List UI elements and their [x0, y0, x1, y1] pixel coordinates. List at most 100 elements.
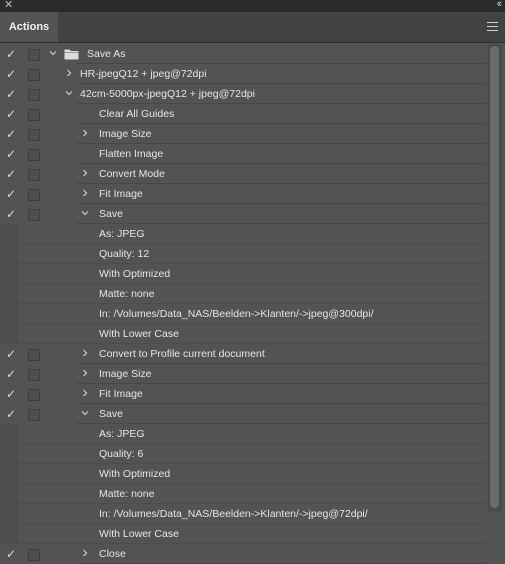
action-step-row[interactable]: ✓ Convert to Profile current document — [0, 344, 505, 364]
action-step-row[interactable]: ✓ Flatten Image — [0, 144, 505, 164]
step-parameter-row: In: /Volumes/Data_NAS/Beelden->Klanten/-… — [0, 304, 505, 324]
step-parameter-text: Quality: 12 — [99, 248, 150, 260]
action-row[interactable]: ✓ 42cm-5000px-jpegQ12 + jpeg@72dpi — [0, 84, 505, 104]
checkmark-icon[interactable]: ✓ — [6, 367, 20, 381]
chevron-right-icon[interactable] — [80, 548, 90, 558]
dialog-toggle-box[interactable] — [28, 49, 40, 61]
checkmark-icon[interactable]: ✓ — [6, 87, 20, 101]
checkmark-icon[interactable]: ✓ — [6, 67, 20, 81]
chevron-down-icon[interactable] — [80, 408, 90, 418]
dialog-toggle-box[interactable] — [28, 189, 40, 201]
action-step-row[interactable]: ✓ Fit Image — [0, 384, 505, 404]
step-parameter-row: Matte: none — [0, 484, 505, 504]
step-parameter-text: In: /Volumes/Data_NAS/Beelden->Klanten/-… — [99, 508, 368, 520]
step-parameter-row: Quality: 12 — [0, 244, 505, 264]
dialog-toggle-box[interactable] — [28, 549, 40, 561]
step-parameter-row: Quality: 6 — [0, 444, 505, 464]
step-parameter-row: With Optimized — [0, 464, 505, 484]
step-parameter-text: With Lower Case — [99, 528, 179, 540]
step-parameter-text: As: JPEG — [99, 428, 145, 440]
dialog-toggle-box[interactable] — [28, 369, 40, 381]
action-step-row[interactable]: ✓ Clear All Guides — [0, 104, 505, 124]
action-step-label: Image Size — [99, 128, 152, 140]
checkmark-icon[interactable]: ✓ — [6, 547, 20, 561]
step-parameter-row: With Lower Case — [0, 324, 505, 344]
dialog-toggle-box[interactable] — [28, 69, 40, 81]
action-step-label: Flatten Image — [99, 148, 164, 160]
action-name: HR-jpegQ12 + jpeg@72dpi — [80, 68, 207, 80]
hamburger-menu-icon[interactable] — [487, 22, 498, 31]
action-step-row[interactable]: ✓ Save — [0, 404, 505, 424]
dialog-toggle-box[interactable] — [28, 129, 40, 141]
dialog-toggle-box[interactable] — [28, 409, 40, 421]
checkmark-icon[interactable]: ✓ — [6, 207, 20, 221]
action-step-label: Convert Mode — [99, 168, 165, 180]
action-step-label: Convert to Profile current document — [99, 348, 265, 360]
dialog-toggle-box[interactable] — [28, 169, 40, 181]
dialog-toggle-box[interactable] — [28, 149, 40, 161]
checkmark-icon[interactable]: ✓ — [6, 407, 20, 421]
action-step-label: Clear All Guides — [99, 108, 175, 120]
step-parameter-text: With Optimized — [99, 268, 171, 280]
dialog-toggle-box[interactable] — [28, 209, 40, 221]
step-parameter-text: As: JPEG — [99, 228, 145, 240]
action-step-label: Save — [99, 208, 123, 220]
panel-tabbar: Actions — [0, 12, 505, 43]
close-icon[interactable]: ✕ — [4, 0, 13, 12]
action-step-row[interactable]: ✓ Convert Mode — [0, 164, 505, 184]
chevron-right-icon[interactable] — [80, 348, 90, 358]
step-parameter-row: In: /Volumes/Data_NAS/Beelden->Klanten/-… — [0, 504, 505, 524]
chevron-right-icon[interactable] — [80, 368, 90, 378]
tab-actions[interactable]: Actions — [0, 12, 58, 42]
step-parameter-text: Quality: 6 — [99, 448, 144, 460]
step-parameter-text: With Lower Case — [99, 328, 179, 340]
action-step-label: Fit Image — [99, 188, 143, 200]
checkmark-icon[interactable]: ✓ — [6, 147, 20, 161]
chevron-right-icon[interactable] — [80, 168, 90, 178]
step-parameter-row: As: JPEG — [0, 224, 505, 244]
action-row[interactable]: ✓ HR-jpegQ12 + jpeg@72dpi — [0, 64, 505, 84]
chevron-down-icon[interactable] — [64, 88, 74, 98]
actions-list: ✓ Save As ✓ HR-jpegQ12 + jpeg@72dpi ✓ 42cm-50… — [0, 44, 505, 564]
scrollbar-thumb[interactable] — [490, 46, 499, 508]
chevron-right-icon[interactable] — [80, 188, 90, 198]
checkmark-icon[interactable]: ✓ — [6, 107, 20, 121]
step-parameter-row: With Lower Case — [0, 524, 505, 544]
action-step-label: Close — [99, 548, 126, 560]
step-parameter-row: Matte: none — [0, 284, 505, 304]
action-step-label: Image Size — [99, 368, 152, 380]
step-parameter-text: Matte: none — [99, 488, 155, 500]
dialog-toggle-box[interactable] — [28, 389, 40, 401]
action-step-row[interactable]: ✓ Image Size — [0, 124, 505, 144]
action-step-label: Fit Image — [99, 388, 143, 400]
checkmark-icon[interactable]: ✓ — [6, 47, 20, 61]
folder-icon — [64, 48, 79, 60]
action-name: 42cm-5000px-jpegQ12 + jpeg@72dpi — [80, 88, 255, 100]
chevron-right-icon[interactable] — [64, 68, 74, 78]
action-step-row[interactable]: ✓ Save — [0, 204, 505, 224]
chevron-right-icon[interactable] — [80, 128, 90, 138]
checkmark-icon[interactable]: ✓ — [6, 167, 20, 181]
checkmark-icon[interactable]: ✓ — [6, 347, 20, 361]
chevron-down-icon[interactable] — [48, 48, 58, 58]
chevron-down-icon[interactable] — [80, 208, 90, 218]
chevron-right-icon[interactable] — [80, 388, 90, 398]
action-step-row[interactable]: ✓ Fit Image — [0, 184, 505, 204]
dialog-toggle-box[interactable] — [28, 349, 40, 361]
panel-titlebar: ✕ ‹‹ — [0, 0, 505, 12]
action-set-name: Save As — [87, 48, 126, 60]
step-parameter-text: Matte: none — [99, 288, 155, 300]
dialog-toggle-box[interactable] — [28, 89, 40, 101]
step-parameter-row: With Optimized — [0, 264, 505, 284]
dialog-toggle-box[interactable] — [28, 109, 40, 121]
checkmark-icon[interactable]: ✓ — [6, 187, 20, 201]
step-parameter-row: As: JPEG — [0, 424, 505, 444]
action-step-label: Save — [99, 408, 123, 420]
action-set-row[interactable]: ✓ Save As — [0, 44, 505, 64]
collapse-panel-icon[interactable]: ‹‹ — [497, 0, 503, 11]
checkmark-icon[interactable]: ✓ — [6, 127, 20, 141]
action-step-row[interactable]: ✓ Image Size — [0, 364, 505, 384]
action-step-row[interactable]: ✓ Close — [0, 544, 505, 564]
checkmark-icon[interactable]: ✓ — [6, 387, 20, 401]
step-parameter-text: In: /Volumes/Data_NAS/Beelden->Klanten/-… — [99, 308, 374, 320]
